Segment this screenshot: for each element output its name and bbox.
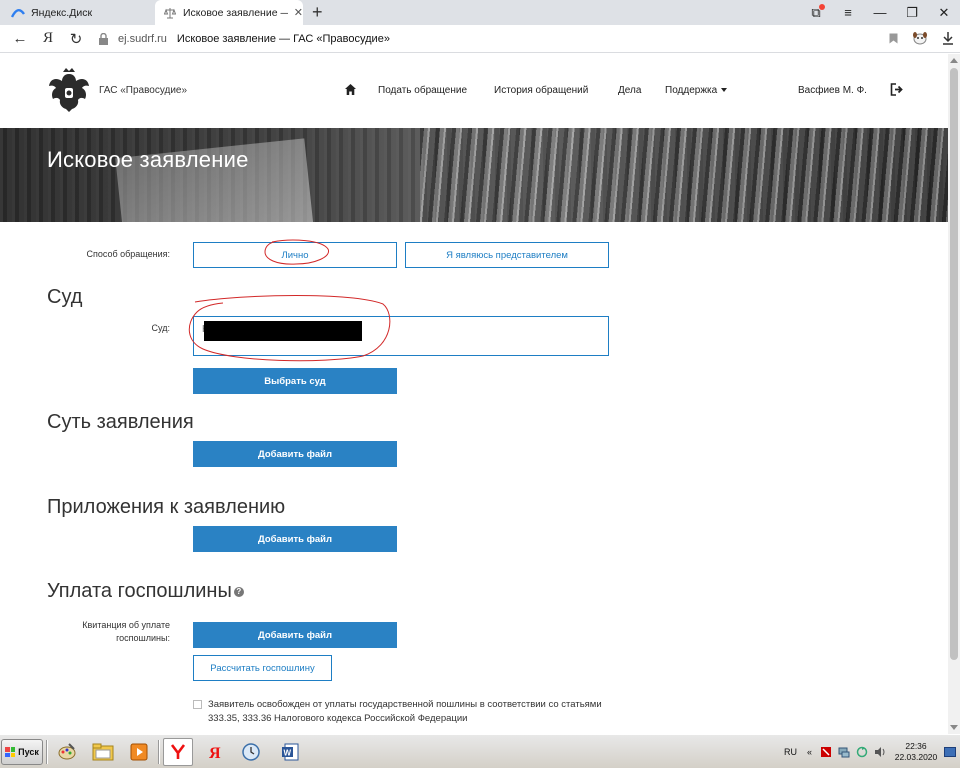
volume-icon[interactable] [874,746,886,758]
taskbar-separator [46,740,48,764]
add-essence-file-button[interactable]: Добавить файл [193,441,397,467]
bookmarks-icon[interactable]: ⧉ [800,3,832,21]
tab-title: Исковое заявление — Г [183,6,288,19]
caret-down-icon [721,88,728,93]
court-input[interactable]: К [193,316,609,356]
attachments-section-title: Приложения к заявлению [47,496,286,518]
sync-icon[interactable] [856,746,868,758]
svg-text:Я: Я [209,745,221,762]
page-banner: Исковое заявление [0,128,948,222]
redacted-court-name [204,321,362,341]
windows-flag-icon [5,747,16,757]
essence-section-title: Суть заявления [47,411,194,433]
nav-submit-appeal[interactable]: Подать обращение [378,85,467,96]
page-title: Исковое заявление [47,147,249,172]
coat-of-arms-icon[interactable] [46,68,92,114]
bookmark-icon[interactable] [889,32,898,47]
add-receipt-file-button[interactable]: Добавить файл [193,622,397,648]
url-host[interactable]: ej.sudrf.ru [118,33,167,45]
start-button[interactable]: Пуск [1,739,43,765]
help-icon[interactable]: ? [233,586,244,597]
download-icon[interactable] [942,31,954,48]
clock-date: 22.03.2020 [894,752,938,762]
extension-icon[interactable] [912,31,928,48]
word-icon[interactable]: W [276,738,306,766]
start-label: Пуск [18,747,39,757]
taskbar-separator [158,740,160,764]
restore-icon[interactable]: ❐ [896,5,928,21]
scales-icon [163,6,177,20]
network-icon[interactable] [838,746,850,758]
clock-time: 22:36 [905,741,927,751]
url-page-title[interactable]: Исковое заявление — ГАС «Правосудие» [177,33,390,45]
fee-exempt-text: Заявитель освобожден от уплаты государст… [208,699,602,724]
claim-form: Способ обращения: Лично Я являюсь предст… [0,222,948,734]
scroll-thumb[interactable] [950,68,958,660]
minimize-icon[interactable]: — [864,5,896,20]
antivirus-icon[interactable] [820,746,832,758]
nav-cases[interactable]: Дела [618,85,641,96]
nav-appeal-history[interactable]: История обращений [494,85,588,96]
yandex-browser-icon[interactable]: Я [200,738,230,766]
page-scrollbar[interactable] [948,54,960,734]
home-icon[interactable] [344,83,357,96]
calculate-fee-button[interactable]: Рассчитать госпошлину [193,655,332,681]
tray-expand-icon[interactable]: « [807,747,812,757]
method-label: Способ обращения: [86,249,171,259]
explorer-icon[interactable] [88,738,118,766]
tab-title: Яндекс.Диск [31,6,93,19]
scroll-up-icon[interactable] [950,58,958,63]
yandex-disk-icon [11,6,25,20]
close-icon[interactable]: ✕ [294,6,303,19]
lock-icon[interactable] [98,32,110,45]
window-controls: ⧉ ≡ — ❐ ✕ [800,0,960,25]
new-tab-button[interactable]: + [312,1,323,23]
court-section-title: Суд [47,286,83,308]
back-icon[interactable]: ← [6,30,34,47]
site-header: ГАС «Правосудие» Подать обращение Истори… [0,54,948,128]
address-bar: ← Я ↻ ej.sudrf.ru Исковое заявление — ГА… [0,25,960,53]
site-brand[interactable]: ГАС «Правосудие» [99,85,187,96]
reload-icon[interactable]: ↻ [62,30,90,48]
nav-support[interactable]: Поддержка [665,85,728,96]
nav-support-label: Поддержка [665,85,718,96]
add-attachment-file-button[interactable]: Добавить файл [193,526,397,552]
media-player-icon[interactable] [124,738,154,766]
select-court-button[interactable]: Выбрать суд [193,368,397,394]
system-tray: RU « 22:36 22.03.2020 [784,735,960,768]
receipt-label: Квитанция об уплате госпошлины: [82,620,170,643]
scroll-down-icon[interactable] [950,725,958,730]
method-representative-button[interactable]: Я являюсь представителем [405,242,609,268]
clock-app-icon[interactable] [236,738,266,766]
show-desktop-icon[interactable] [944,747,956,757]
method-personal-button[interactable]: Лично [193,242,397,268]
user-name[interactable]: Васфиев М. Ф. [798,85,867,96]
yandex-browser-active-icon[interactable] [163,738,193,766]
tab-yandex-disk[interactable]: Яндекс.Диск [0,0,150,25]
yandex-icon[interactable]: Я [34,30,62,47]
fee-exempt-checkbox[interactable] [193,700,202,709]
svg-text:W: W [284,749,292,758]
address-bar-actions [889,25,954,53]
menu-icon[interactable]: ≡ [832,5,864,20]
fee-section-title-text: Уплата госпошлины [47,580,232,602]
taskbar: Пуск Я W RU « 22:36 22.03.2020 [0,734,960,768]
browser-tab-bar: Яндекс.Диск Исковое заявление — Г ✕ + ⧉ … [0,0,960,25]
court-field-label: Суд: [151,323,170,333]
tab-claim[interactable]: Исковое заявление — Г ✕ [155,0,303,25]
taskbar-clock[interactable]: 22:36 22.03.2020 [892,741,940,763]
close-window-icon[interactable]: ✕ [928,5,960,21]
language-indicator[interactable]: RU [784,747,797,757]
fee-section-title: Уплата госпошлины? [47,580,244,603]
paint-icon[interactable] [52,738,82,766]
logout-icon[interactable] [890,83,904,96]
